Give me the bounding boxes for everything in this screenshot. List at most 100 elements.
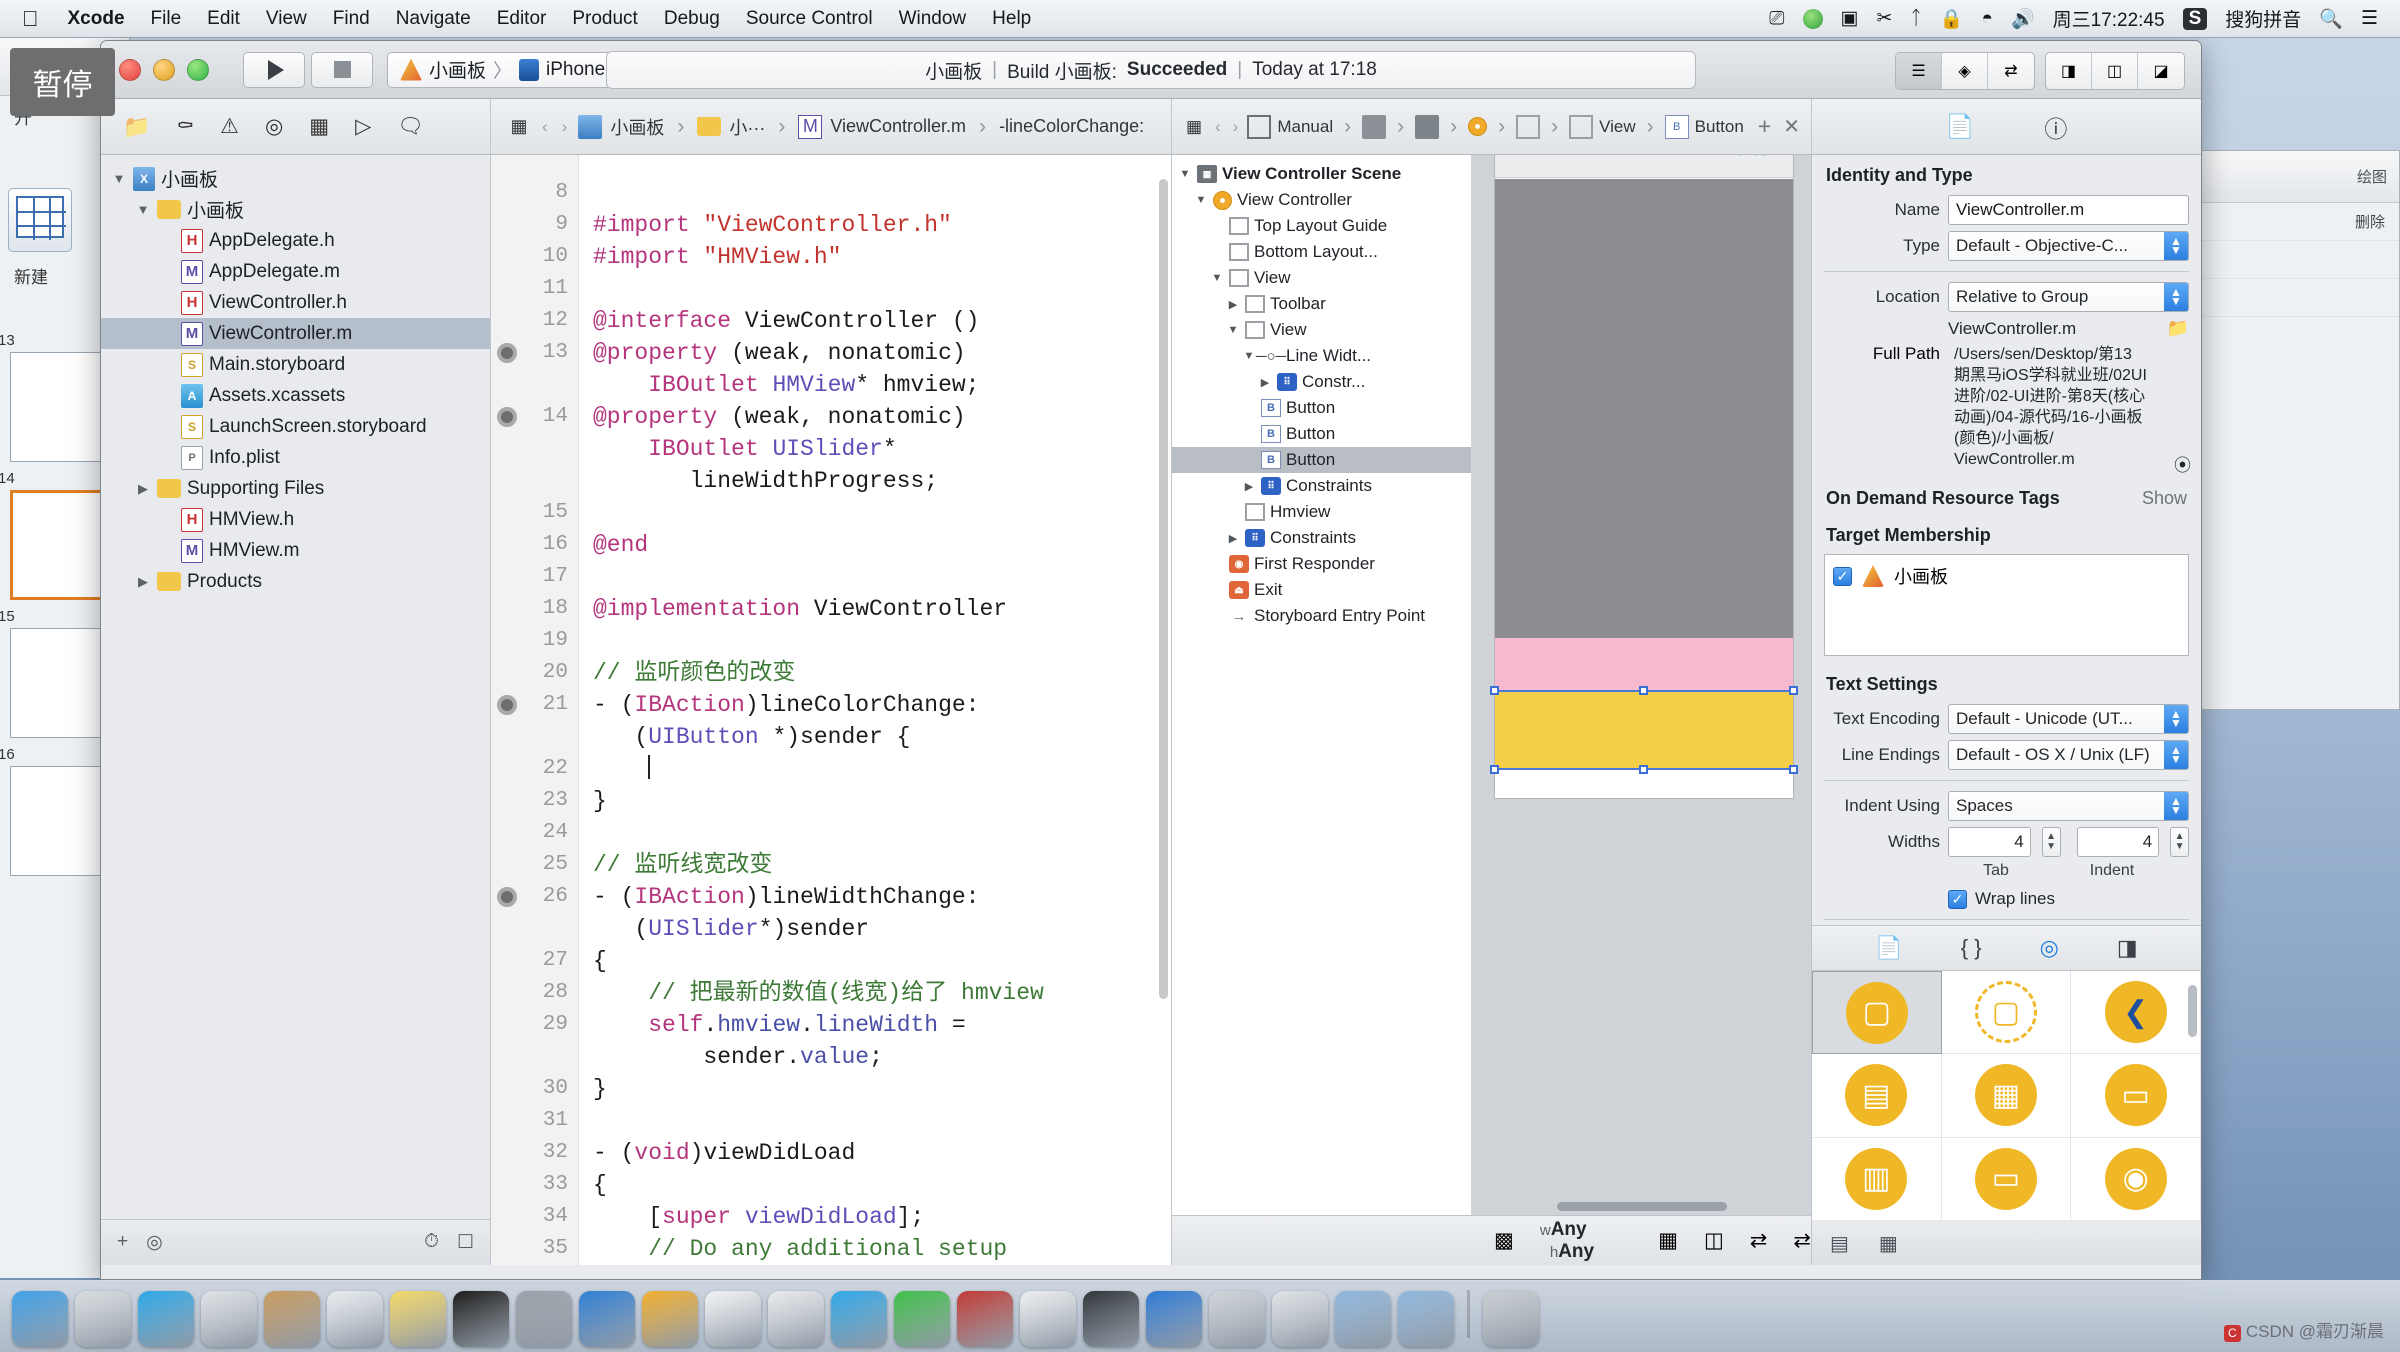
dock-icon-safari[interactable]: [138, 1291, 194, 1347]
location-select[interactable]: Relative to Group ▲ ▼: [1948, 282, 2189, 312]
file-tree-row[interactable]: ▶ Products: [101, 566, 490, 597]
resolve-issues-icon[interactable]: ⇄: [1750, 1228, 1768, 1253]
tab-bar-object[interactable]: ▭: [1941, 1137, 2072, 1221]
disclosure-triangle-icon[interactable]: ▶: [1226, 532, 1240, 545]
dock-icon-finder[interactable]: [12, 1291, 68, 1347]
file-tree-row[interactable]: A Assets.xcassets: [101, 380, 490, 411]
quick-help-icon[interactable]: ⓘ: [2044, 110, 2067, 144]
dock-icon-mail[interactable]: [201, 1291, 257, 1347]
menu-item-file[interactable]: File: [138, 8, 195, 30]
file-inspector-icon[interactable]: 📄: [1946, 113, 1975, 140]
file-tree-row[interactable]: M ViewController.m: [101, 318, 490, 349]
disclosure-triangle-icon[interactable]: ▼: [1178, 168, 1192, 180]
file-tree-row[interactable]: M AppDelegate.m: [101, 256, 490, 287]
breadcrumb-project[interactable]: 小画板: [610, 114, 664, 140]
dock-icon-screen-recorder[interactable]: [1083, 1291, 1139, 1347]
view-controller-object[interactable]: ▢: [1941, 971, 2072, 1055]
dock-icon-notes2[interactable]: [1272, 1291, 1328, 1347]
dock-icon-xcode[interactable]: [1146, 1291, 1202, 1347]
dock-icon-terminal[interactable]: [453, 1291, 509, 1347]
dock-icon-system-preferences[interactable]: [516, 1291, 572, 1347]
volume-icon[interactable]: 🔊: [2011, 7, 2035, 31]
indent-width-stepper[interactable]: ▲ ▼: [2170, 827, 2189, 857]
disclosure-triangle-icon[interactable]: ▼: [1210, 272, 1224, 284]
resize-handle[interactable]: [1490, 686, 1499, 695]
navigation-back-object[interactable]: ❮: [2071, 971, 2201, 1055]
table-view-object[interactable]: ▤: [1812, 1054, 1942, 1138]
editor-assistant-icon[interactable]: ◈: [1942, 53, 1988, 89]
dock-icon-chrome[interactable]: [768, 1291, 824, 1347]
breakpoint-icon[interactable]: ▷: [355, 114, 371, 139]
disclosure-triangle-icon[interactable]: ▼: [1226, 324, 1240, 336]
indent-using-select[interactable]: Spaces ▲ ▼: [1948, 791, 2189, 821]
outline-row[interactable]: ▶ ⠿ Constraints: [1172, 525, 1471, 551]
target-checkbox[interactable]: ✓: [1833, 566, 1852, 586]
file-tree-row[interactable]: P Info.plist: [101, 442, 490, 473]
view-controller-preview[interactable]: 保存: [1490, 155, 1798, 799]
outline-row[interactable]: Top Layout Guide: [1172, 213, 1471, 239]
selected-button-yellow[interactable]: [1490, 686, 1798, 774]
disclosure-triangle-icon[interactable]: ▼: [135, 202, 151, 217]
filter-button[interactable]: ◎: [146, 1231, 163, 1254]
canvas-horizontal-scrollbar[interactable]: [1556, 1202, 1727, 1211]
file-tree-row[interactable]: ▶ Supporting Files: [101, 473, 490, 504]
ib-breadcrumb-button[interactable]: Button: [1695, 117, 1744, 137]
add-assistant-editor-button[interactable]: +: [1758, 113, 1771, 140]
breakpoint-marker-icon[interactable]: [497, 695, 517, 715]
outline-row[interactable]: Hmview: [1172, 499, 1471, 525]
dock-icon-pdf-reader[interactable]: [957, 1291, 1013, 1347]
source-control-filter-icon[interactable]: ☐: [457, 1231, 474, 1254]
breadcrumb-group[interactable]: 小···: [729, 114, 765, 140]
menu-item-find[interactable]: Find: [320, 8, 383, 30]
target-membership-row[interactable]: ✓ 小画板: [1833, 563, 2180, 589]
line-number-gutter[interactable]: 8 9 10 11 12 13 14 15 16 17 18 19 20 21 22 23 24 25 26 27 28…: [491, 155, 579, 1265]
dock-icon-contacts[interactable]: [264, 1291, 320, 1347]
test-icon[interactable]: ◎: [265, 114, 283, 139]
grid-view-icon[interactable]: ▦: [1879, 1231, 1898, 1256]
debug-icon[interactable]: ▦: [309, 114, 329, 139]
dock-icon-app-store[interactable]: [579, 1291, 635, 1347]
dock-icon-downloads[interactable]: [1398, 1291, 1454, 1347]
menu-item-window[interactable]: Window: [886, 8, 980, 30]
disclosure-triangle-icon[interactable]: ▼: [1242, 350, 1256, 362]
stack-icon[interactable]: ⇄: [1793, 1228, 1811, 1253]
color-palette-pink[interactable]: [1495, 638, 1793, 690]
report-icon[interactable]: 🗨: [397, 115, 424, 139]
disclosure-triangle-icon[interactable]: ▶: [1242, 480, 1256, 493]
split-view-object[interactable]: ▭: [2071, 1054, 2201, 1138]
apple-menu-icon[interactable]: : [10, 6, 55, 32]
menu-item-editor[interactable]: Editor: [484, 8, 560, 30]
media-library-icon[interactable]: ◨: [2117, 935, 2138, 961]
file-inspector-panel[interactable]: Identity and Type Name ViewController.m …: [1812, 155, 2201, 925]
file-tree-row[interactable]: ▼ 小画板: [101, 194, 490, 225]
outline-row[interactable]: ▼ View: [1172, 265, 1471, 291]
dock-icon-sketch[interactable]: [642, 1291, 698, 1347]
ib-jump-back-button[interactable]: ‹: [1212, 117, 1224, 137]
mac-dock[interactable]: [0, 1280, 2400, 1352]
video-camera-icon[interactable]: ▣: [1841, 7, 1859, 30]
source-code-editor[interactable]: 8 9 10 11 12 13 14 15 16 17 18 19 20 21 22 23 24 25 26 27 28…: [491, 155, 1171, 1265]
tab-width-field[interactable]: 4: [1948, 827, 2031, 857]
file-tree-row[interactable]: H ViewController.h: [101, 287, 490, 318]
view-navigator-icon[interactable]: ◨: [2046, 53, 2092, 89]
dock-icon-wechat[interactable]: [894, 1291, 950, 1347]
outline-row[interactable]: B Button: [1172, 447, 1471, 473]
storyboard-canvas[interactable]: 保存: [1472, 155, 1811, 1215]
text-encoding-select[interactable]: Default - Unicode (UT... ▲ ▼: [1948, 704, 2189, 734]
outline-row[interactable]: ▼ View Controller: [1172, 187, 1471, 213]
ib-jump-forward-button[interactable]: ›: [1230, 117, 1242, 137]
library-scrollbar[interactable]: [2188, 985, 2197, 1037]
outline-row[interactable]: ▶ ⠿ Constraints: [1172, 473, 1471, 499]
search-icon[interactable]: 🔍: [2319, 7, 2343, 31]
resize-handle[interactable]: [1490, 765, 1499, 774]
drawing-canvas-view[interactable]: [1495, 179, 1793, 648]
collection-view-object[interactable]: ▦: [1941, 1054, 2072, 1138]
wrap-lines-checkbox[interactable]: ✓: [1948, 889, 1967, 909]
input-method-badge-icon[interactable]: S: [2182, 7, 2208, 30]
page-view-object[interactable]: ▥: [1812, 1137, 1942, 1221]
align-icon[interactable]: ▦: [1658, 1228, 1678, 1253]
dock-icon-notes[interactable]: [390, 1291, 446, 1347]
save-button[interactable]: 保存: [1725, 155, 1775, 161]
disclosure-triangle-icon[interactable]: ▶: [135, 481, 151, 497]
breadcrumb-file[interactable]: ViewController.m: [830, 116, 966, 137]
